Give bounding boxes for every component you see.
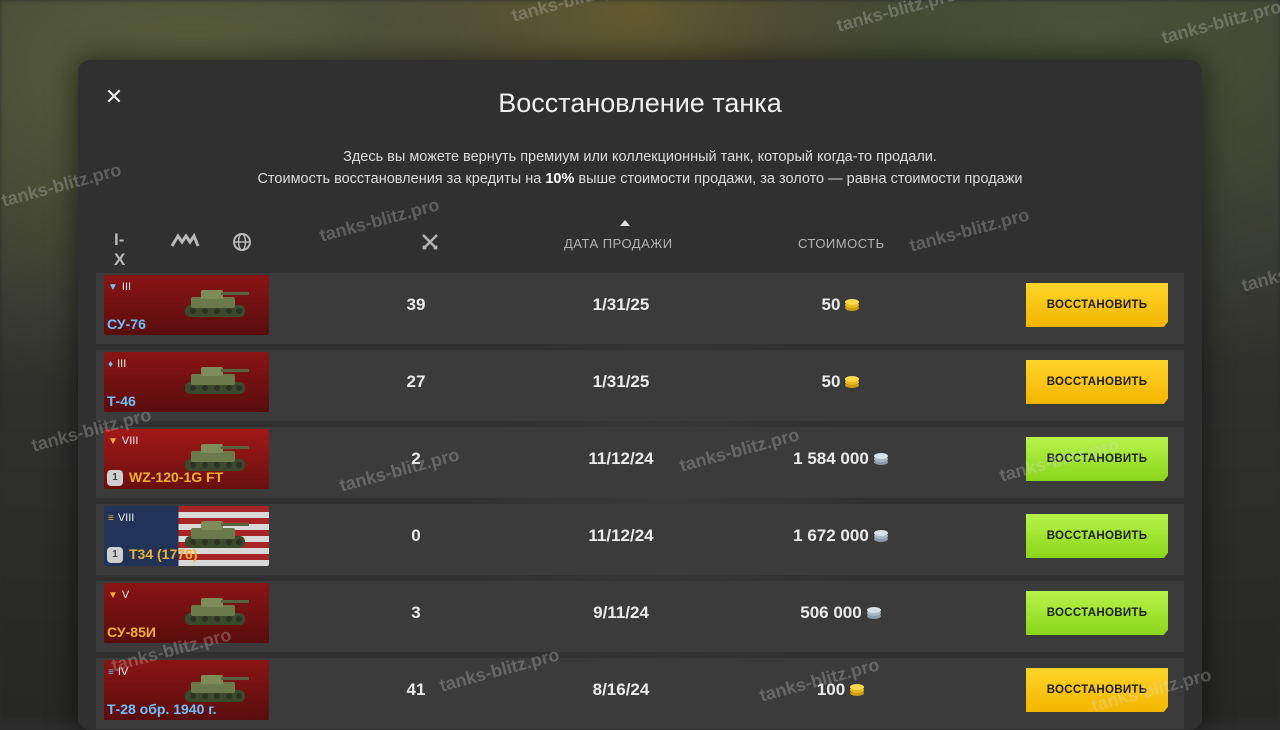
crossed-swords-icon: [422, 234, 438, 250]
tank-class-icon: ≡: [108, 513, 114, 524]
restore-button[interactable]: ВОССТАНОВИТЬ: [1026, 591, 1168, 635]
gold-coin-icon: [845, 299, 860, 311]
mastery-badge-icon: 1: [107, 470, 123, 486]
tank-image: [185, 367, 249, 394]
silver-coin-icon: [873, 530, 888, 542]
tank-tier: ▼ V: [108, 589, 129, 601]
tier-label: V: [121, 589, 130, 601]
sale-date: 8/16/24: [592, 680, 650, 699]
tank-tier: ▼ III: [108, 281, 131, 293]
gold-coin-icon: [850, 684, 865, 696]
tank-name-text: WZ-120-1G FT: [129, 468, 224, 485]
sale-date: 1/31/25: [592, 372, 650, 391]
tank-name: СУ-85И: [107, 624, 156, 640]
sale-date: 11/12/24: [588, 526, 654, 545]
restore-button[interactable]: ВОССТАНОВИТЬ: [1026, 514, 1168, 558]
restore-button[interactable]: ВОССТАНОВИТЬ: [1026, 283, 1168, 327]
tank-class-icon: ▼: [108, 282, 118, 293]
restore-cost: 1 672 000: [736, 526, 946, 546]
globe-icon[interactable]: [232, 232, 252, 257]
tank-tier: ≡ VIII: [108, 512, 134, 524]
tank-row: ≡ VIII 1 T34 (1776) 0 11/12/24 1 672 000 В…: [96, 504, 1184, 575]
battles-count: 41: [406, 680, 426, 699]
tank-image: [185, 290, 249, 317]
tank-card[interactable]: ▼ VIII 1 WZ-120-1G FT: [104, 429, 269, 489]
tank-name-text: СУ-85И: [107, 624, 156, 640]
mastery-badge-icon: 1: [107, 547, 123, 563]
tank-card[interactable]: ▼ III СУ-76: [104, 275, 269, 335]
watermark: tanks-blitz.pro: [907, 204, 1032, 256]
cost-value: 50: [821, 295, 841, 314]
battles-count: 27: [406, 372, 426, 391]
tank-row: ▼ V СУ-85И 3 9/11/24 506 000 ВОССТАНОВИТЬ: [96, 581, 1184, 652]
description-text: Стоимость восстановления за кредиты на: [257, 171, 546, 187]
cost-value: 506 000: [800, 603, 862, 622]
cost-value: 1 584 000: [793, 449, 869, 468]
tank-tier: ♦ III: [108, 358, 126, 370]
tank-image: [185, 598, 249, 625]
cost-value: 50: [821, 372, 841, 391]
dialog-description: Здесь вы можете вернуть премиум или колл…: [78, 146, 1202, 190]
tank-card[interactable]: ♦ III Т-46: [104, 352, 269, 412]
tank-class-icon: ▼: [108, 590, 118, 601]
date-column-header[interactable]: ДАТА ПРОДАЖИ: [564, 236, 673, 251]
dialog-title: Восстановление танка: [498, 88, 782, 118]
restore-tank-dialog: ✕ Восстановление танка Здесь вы можете в…: [78, 60, 1202, 730]
tank-tier: ▼ VIII: [108, 435, 138, 447]
tank-row: ♦ III Т-46 27 1/31/25 50 ВОССТАНОВИТЬ: [96, 350, 1184, 421]
tank-card[interactable]: ≡ VIII 1 T34 (1776): [104, 506, 269, 566]
tank-name: СУ-76: [107, 316, 146, 332]
description-line-2: Стоимость восстановления за кредиты на 1…: [78, 168, 1202, 190]
description-text-end: выше стоимости продажи, за золото — равн…: [574, 171, 1023, 187]
tank-name-text: Т-28 обр. 1940 г.: [107, 701, 217, 717]
tank-row: ≡ IV Т-28 обр. 1940 г. 41 8/16/24 100 ВОС…: [96, 658, 1184, 729]
battles-count: 0: [411, 526, 421, 545]
battles-count: 3: [411, 603, 421, 622]
description-line-1: Здесь вы можете вернуть премиум или колл…: [343, 149, 937, 165]
tank-name-text: T34 (1776): [129, 545, 198, 562]
gold-coin-icon: [845, 376, 860, 388]
sale-date: 1/31/25: [592, 295, 650, 314]
restore-button[interactable]: ВОССТАНОВИТЬ: [1026, 360, 1168, 404]
tier-label: III: [121, 281, 132, 293]
silver-coin-icon: [866, 607, 881, 619]
tank-class-icon: ♦: [108, 359, 114, 370]
sale-date: 9/11/24: [593, 603, 649, 622]
tank-name: 1 WZ-120-1G FT: [107, 469, 223, 486]
restore-cost: 50: [736, 295, 946, 315]
silver-coin-icon: [873, 453, 888, 465]
battles-column-header[interactable]: [420, 232, 440, 255]
tier-label: III: [117, 358, 127, 370]
tier-label: VIII: [117, 512, 135, 524]
tank-class-icon: ▼: [108, 436, 118, 447]
tier-label: VIII: [121, 435, 139, 447]
tank-name-text: СУ-76: [107, 316, 146, 332]
battles-count: 39: [406, 295, 426, 314]
tank-card[interactable]: ▼ V СУ-85И: [104, 583, 269, 643]
tank-name: Т-28 обр. 1940 г.: [107, 701, 217, 717]
restore-cost: 506 000: [736, 603, 946, 623]
description-percent: 10%: [545, 171, 575, 187]
restore-cost: 50: [736, 372, 946, 392]
tank-type-icon[interactable]: [170, 232, 200, 255]
tank-row: ▼ III СУ-76 39 1/31/25 50 ВОССТАНОВИТЬ: [96, 273, 1184, 344]
cost-column-header[interactable]: СТОИМОСТЬ: [798, 236, 885, 251]
tier-filter[interactable]: I-X: [114, 230, 125, 270]
sort-arrow-icon: [620, 220, 630, 226]
tank-name: 1 T34 (1776): [107, 546, 197, 563]
tank-name-text: Т-46: [107, 393, 136, 409]
cost-value: 1 672 000: [793, 526, 869, 545]
tank-name: Т-46: [107, 393, 136, 409]
